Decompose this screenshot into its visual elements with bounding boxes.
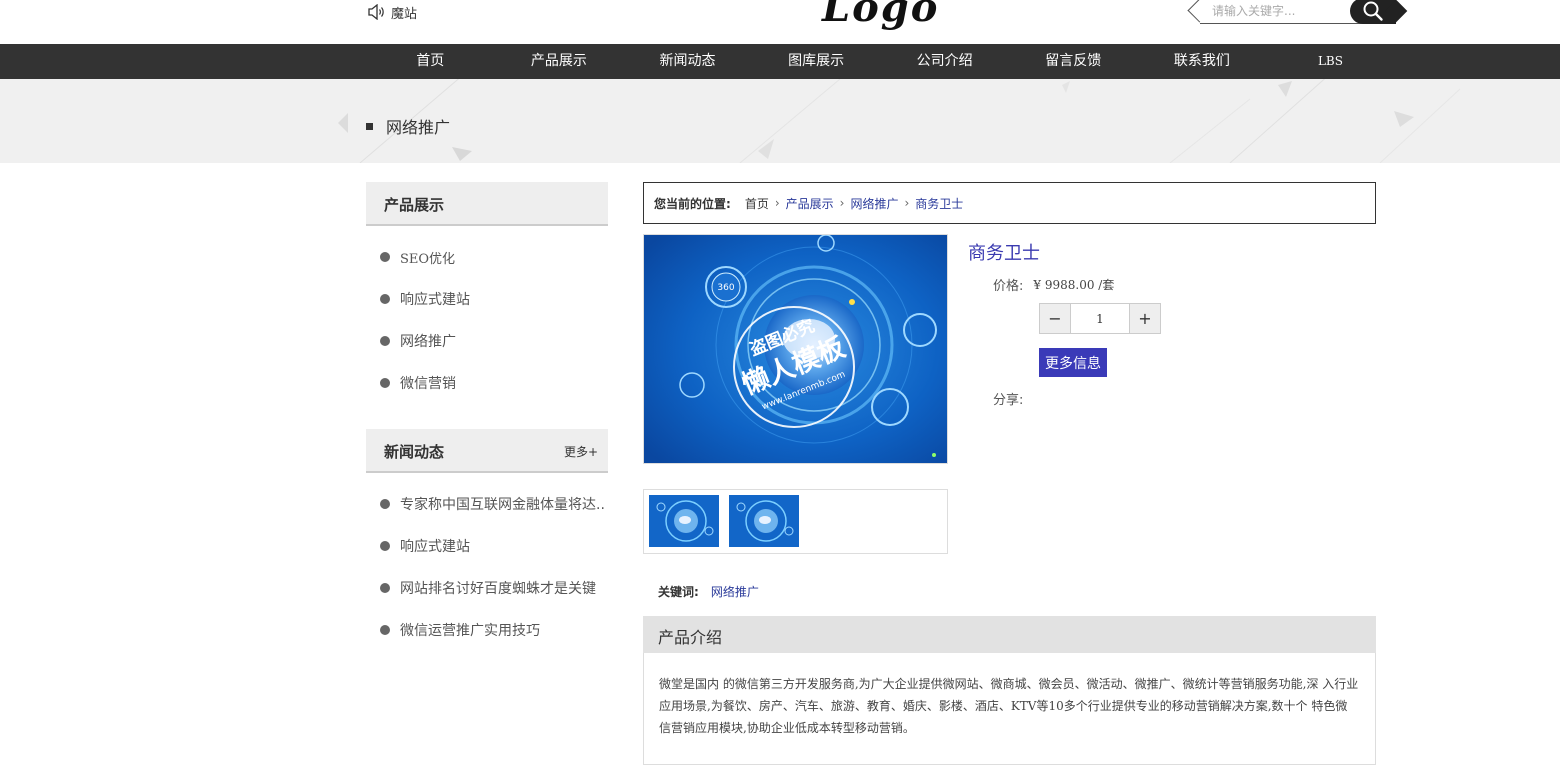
sidebar-news-item[interactable]: 微信运营推广实用技巧 [380, 609, 605, 651]
breadcrumb-current[interactable]: 商务卫士 [915, 195, 963, 212]
sidebar-news-label: 网站排名讨好百度蜘蛛才是关键 [400, 581, 596, 597]
page-title: 网络推广 [366, 114, 450, 138]
sidebar-news-item[interactable]: 网站排名讨好百度蜘蛛才是关键 [380, 567, 605, 609]
nav-item-gallery[interactable]: 图库展示 [752, 44, 881, 79]
search-box [1200, 0, 1370, 24]
breadcrumb-category[interactable]: 网络推广 [850, 195, 898, 212]
thumbnail-2[interactable] [729, 495, 799, 547]
quantity-stepper: − + [1039, 303, 1161, 334]
thumbnail-image [729, 495, 799, 547]
sidebar-product-label: 网络推广 [400, 334, 456, 350]
intro-header: 产品介绍 [643, 616, 1376, 653]
intro-title: 产品介绍 [658, 628, 723, 647]
image-badge-text: 360 [717, 283, 734, 293]
price-row: 价格: ¥ 9988.00 /套 [993, 275, 1114, 294]
sidebar-product-label: 响应式建站 [400, 292, 470, 308]
breadcrumb-label: 您当前的位置: [654, 196, 731, 211]
product-name: 商务卫士 [968, 243, 1040, 264]
product-image-art: 360 盗图必究 懒人模板 www.lanrenmb.com [644, 235, 947, 463]
price-value: ¥ 9988.00 /套 [1033, 278, 1115, 292]
top-bar: 魔站 Logo [0, 0, 1560, 44]
more-info-button[interactable]: 更多信息 [1039, 348, 1107, 377]
sidebar-product-item[interactable]: SEO优化 [380, 236, 470, 278]
keywords: 关键词: 网络推广 [658, 583, 759, 600]
bullet-icon [380, 252, 390, 262]
quantity-input[interactable] [1071, 304, 1129, 333]
sidebar-news-item[interactable]: 响应式建站 [380, 525, 605, 567]
sidebar-news-title: 新闻动态 [384, 443, 445, 461]
search-button[interactable] [1350, 0, 1396, 24]
sidebar-product-label: SEO优化 [400, 251, 456, 267]
bullet-icon [380, 294, 390, 304]
sidebar-products-header: 产品展示 [366, 182, 608, 226]
page-banner: 网络推广 [0, 79, 1560, 163]
nav-item-home[interactable]: 首页 [366, 44, 495, 79]
sidebar-product-item[interactable]: 响应式建站 [380, 278, 470, 320]
nav-item-contact[interactable]: 联系我们 [1138, 44, 1267, 79]
bullet-icon [380, 499, 390, 509]
intro-text: 微堂是国内 的微信第三方开发服务商,为广大企业提供微网站、微商城、微会员、微活动… [659, 677, 1359, 735]
nav-item-lbs[interactable]: LBS [1266, 44, 1395, 79]
sidebar-product-label: 微信营销 [400, 376, 456, 392]
nav-item-products[interactable]: 产品展示 [495, 44, 624, 79]
notice-text: 魔站 [391, 6, 418, 22]
keywords-label: 关键词: [658, 585, 699, 599]
bullet-icon [380, 541, 390, 551]
search-input[interactable] [1212, 1, 1362, 21]
thumbnail-strip [643, 489, 948, 554]
banner-decoration [338, 79, 1461, 163]
search-bar [1192, 0, 1396, 26]
sidebar-news-item[interactable]: 专家称中国互联网金融体量将达.. [380, 483, 605, 525]
bullet-icon [380, 625, 390, 635]
sidebar-product-item[interactable]: 微信营销 [380, 362, 470, 404]
nav-item-feedback[interactable]: 留言反馈 [1009, 44, 1138, 79]
sidebar-news-header: 新闻动态 更多+ [366, 429, 608, 473]
plus-button[interactable]: + [1129, 304, 1160, 333]
sidebar-news-list: 专家称中国互联网金融体量将达.. 响应式建站 网站排名讨好百度蜘蛛才是关键 微信… [380, 483, 605, 651]
title-square-icon [366, 122, 373, 130]
chevron-right-icon: › [839, 196, 845, 210]
thumbnail-image [649, 495, 719, 547]
sidebar-products-title: 产品展示 [384, 196, 445, 214]
chevron-right-icon: › [904, 196, 910, 210]
chevron-right-icon: › [774, 196, 780, 210]
share-label: 分享: [993, 393, 1024, 408]
minus-button[interactable]: − [1040, 304, 1071, 333]
bullet-icon [380, 378, 390, 388]
news-more-link[interactable]: 更多+ [564, 443, 598, 460]
keyword-link[interactable]: 网络推广 [711, 583, 759, 600]
bullet-icon [380, 336, 390, 346]
thumbnail-1[interactable] [649, 495, 719, 547]
sidebar-product-item[interactable]: 网络推广 [380, 320, 470, 362]
breadcrumb-home[interactable]: 首页 [745, 195, 769, 212]
nav-item-news[interactable]: 新闻动态 [623, 44, 752, 79]
price-label: 价格: [993, 279, 1024, 294]
breadcrumb-products[interactable]: 产品展示 [786, 195, 834, 212]
breadcrumb: 您当前的位置: 首页 › 产品展示 › 网络推广 › 商务卫士 [643, 182, 1376, 224]
bullet-icon [380, 583, 390, 593]
page-title-text: 网络推广 [386, 118, 451, 137]
nav-item-about[interactable]: 公司介绍 [880, 44, 1009, 79]
intro-body: 微堂是国内 的微信第三方开发服务商,为广大企业提供微网站、微商城、微会员、微活动… [643, 653, 1376, 765]
site-logo[interactable]: Logo [822, 0, 939, 28]
sidebar-news-label: 响应式建站 [400, 539, 470, 555]
sidebar-news-label: 专家称中国互联网金融体量将达.. [400, 497, 605, 513]
sidebar-news-label: 微信运营推广实用技巧 [400, 623, 540, 639]
sidebar-products-list: SEO优化 响应式建站 网络推广 微信营销 [380, 236, 470, 404]
speaker-icon [368, 4, 384, 20]
search-icon [1363, 1, 1383, 21]
main-nav: 首页 产品展示 新闻动态 图库展示 公司介绍 留言反馈 联系我们 LBS [0, 44, 1560, 79]
notice: 魔站 [367, 2, 417, 22]
product-main-image[interactable]: 360 盗图必究 懒人模板 www.lanrenmb.com [643, 234, 948, 464]
